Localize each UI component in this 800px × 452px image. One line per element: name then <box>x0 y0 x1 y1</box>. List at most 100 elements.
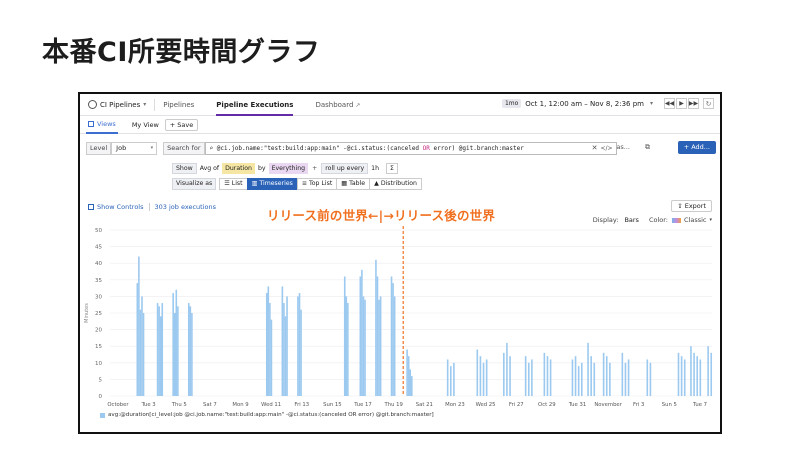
chart-bar <box>549 359 552 396</box>
time-range: Oct 1, 12:00 am – Nov 8, 2:36 pm <box>525 99 644 108</box>
chart-bar <box>347 303 349 396</box>
show-controls-link[interactable]: Show Controls <box>97 203 144 211</box>
divider <box>154 98 156 111</box>
chart-bar <box>406 349 408 396</box>
time-picker[interactable]: 1mo Oct 1, 12:00 am – Nov 8, 2:36 pm ▾ ◀… <box>501 98 714 109</box>
x-tick-label: Tue 31 <box>568 402 586 408</box>
y-tick-label: 15 <box>95 344 102 350</box>
by-label: by <box>257 164 266 172</box>
chart-bar <box>286 296 288 396</box>
code-icon[interactable]: </> <box>600 143 612 154</box>
divider <box>148 203 150 211</box>
chart-bar <box>411 376 413 396</box>
timeseries-chart: 0 5 10 15 20 25 30 35 40 45 50 Minutes October Tue 3 T… <box>84 226 713 408</box>
x-tick-label: Tue 7 <box>692 402 707 408</box>
chart-bar <box>485 359 488 396</box>
as-label[interactable]: as... <box>616 143 630 151</box>
chart-bar <box>699 359 702 396</box>
plus-icon[interactable]: + <box>312 165 317 172</box>
chart-bar <box>680 356 683 396</box>
search-icon: ⌕ <box>209 145 217 152</box>
viz-table-button[interactable]: ▦ Table <box>336 178 371 190</box>
chart-bar <box>376 276 379 396</box>
chart-bar <box>392 283 394 396</box>
chart-bar <box>602 352 605 396</box>
save-button[interactable]: + Save <box>164 118 199 131</box>
clear-icon[interactable]: ✕ <box>592 143 598 154</box>
executions-count[interactable]: 303 job executions <box>155 203 217 211</box>
x-tick-label: Wed 11 <box>261 402 281 408</box>
chart-bar <box>378 299 380 396</box>
time-badge: 1mo <box>501 99 522 108</box>
x-tick-label: Wed 25 <box>476 402 496 408</box>
export-button[interactable]: ⇪ Export <box>671 200 712 212</box>
x-tick-label: Sun 5 <box>662 402 677 408</box>
chart-bar <box>269 303 271 396</box>
sigma-button[interactable]: Σ <box>386 162 398 174</box>
x-tick-label: Tue 3 <box>141 402 156 408</box>
chart-bar <box>375 259 377 396</box>
chart-bar <box>605 356 608 396</box>
refresh-icon[interactable]: ↻ <box>703 98 714 109</box>
chart-bar <box>527 362 530 396</box>
copy-icon[interactable]: ⧉ <box>645 143 650 152</box>
save-label: Save <box>177 120 194 129</box>
chart-bar <box>158 306 160 396</box>
chart-bar <box>479 356 482 396</box>
chart-bar <box>156 303 159 396</box>
chevron-down-icon: ▾ <box>143 101 147 108</box>
y-axis-label: Minutes <box>84 303 90 323</box>
chart-bar <box>509 356 511 396</box>
chart-bar <box>506 342 508 396</box>
show-controls-icon <box>88 204 94 210</box>
viz-toplist-button[interactable]: ≡ Top List <box>296 178 338 190</box>
chart-bar <box>270 319 273 396</box>
chart-bar <box>172 293 174 396</box>
measure-select[interactable]: Duration <box>222 162 255 174</box>
viz-distribution-button[interactable]: ▲ Distribution <box>369 178 422 190</box>
search-query-input[interactable]: ⌕ @ci.job.name:"test:build:app:main" -@c… <box>204 142 617 155</box>
chart-bar <box>503 352 505 396</box>
tab-dashboard[interactable]: Dashboard ↗ <box>315 94 360 116</box>
my-view-label[interactable]: My View <box>132 121 159 129</box>
chart-bar <box>693 352 695 396</box>
viz-list-button[interactable]: ☰ List <box>219 178 248 190</box>
rewind-icon[interactable]: ◀◀ <box>664 98 675 109</box>
viz-timeseries-button[interactable]: ▥ Timeseries <box>246 178 298 190</box>
y-tick-label: 20 <box>95 328 102 334</box>
y-tick-label: 45 <box>95 245 102 251</box>
chevron-down-icon: ▾ <box>150 145 154 151</box>
display-select[interactable]: Bars <box>624 216 639 224</box>
rollup-select[interactable]: 1h <box>371 165 379 172</box>
group-select[interactable]: Everything <box>268 162 309 174</box>
y-tick-label: 40 <box>95 261 102 267</box>
chart-bar <box>281 286 284 396</box>
chart-bar <box>362 296 365 396</box>
viz-timeseries-label: Timeseries <box>259 180 293 187</box>
viz-toplist-label: Top List <box>309 180 333 187</box>
x-tick-label: Fri 3 <box>633 402 644 408</box>
chart-bar <box>161 303 164 396</box>
viz-table-label: Table <box>349 180 366 187</box>
color-select[interactable]: Classic <box>684 216 706 224</box>
level-select[interactable]: Job ▾ <box>111 142 158 155</box>
play-icon[interactable]: ▶ <box>676 98 687 109</box>
show-label: Show <box>172 162 197 174</box>
add-button[interactable]: + Add... <box>677 141 716 154</box>
x-tick-label: Thu 5 <box>171 402 187 408</box>
rollup-label: roll up every <box>321 162 369 174</box>
query-text-2: error) @git.branch:master <box>429 145 524 152</box>
chart-bar <box>590 356 592 396</box>
chart-bar <box>449 366 452 396</box>
chart-bar <box>546 356 549 396</box>
chart-bar <box>646 359 649 396</box>
tab-pipelines[interactable]: Pipelines <box>163 94 194 116</box>
forward-icon[interactable]: ▶▶ <box>688 98 699 109</box>
chart-bar <box>159 316 162 396</box>
y-tick-label: 25 <box>95 311 102 317</box>
views-button[interactable]: Views <box>86 116 118 134</box>
tab-pipeline-executions[interactable]: Pipeline Executions <box>216 94 294 116</box>
x-tick-label: Sat 21 <box>416 402 433 408</box>
chart-bar <box>177 306 179 396</box>
app-switcher[interactable]: CI Pipelines ▾ <box>88 100 146 109</box>
